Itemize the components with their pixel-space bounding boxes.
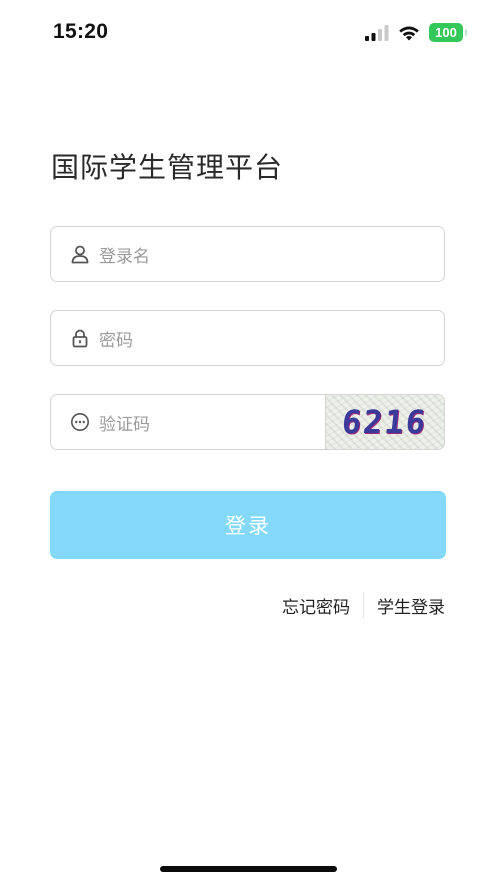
user-icon (70, 244, 90, 264)
captcha-code: 6216 (340, 403, 430, 441)
home-indicator (160, 866, 337, 872)
password-placeholder: 密码 (99, 330, 133, 351)
captcha-placeholder: 验证码 (99, 414, 150, 435)
wifi-icon (399, 26, 419, 40)
student-login-link[interactable]: 学生登录 (377, 593, 445, 618)
battery-indicator: 100 (429, 23, 467, 42)
battery-level: 100 (435, 25, 457, 40)
links-divider (363, 592, 364, 618)
login-button[interactable]: 登录 (50, 491, 446, 559)
cellular-signal-icon (365, 24, 389, 41)
username-placeholder: 登录名 (99, 246, 150, 267)
captcha-image[interactable]: 6216 (325, 395, 444, 449)
lock-icon (70, 328, 90, 348)
status-time: 15:20 (53, 20, 109, 43)
dots-circle-icon (70, 412, 90, 432)
captcha-field[interactable]: 验证码 6216 (50, 394, 445, 450)
username-field[interactable]: 登录名 (50, 226, 445, 282)
page-title: 国际学生管理平台 (51, 151, 284, 184)
status-bar: 15:20 100 (0, 0, 497, 64)
status-icons: 100 (365, 23, 467, 42)
password-field[interactable]: 密码 (50, 310, 445, 366)
forgot-password-link[interactable]: 忘记密码 (282, 593, 350, 618)
auth-links: 忘记密码 学生登录 (282, 592, 445, 618)
